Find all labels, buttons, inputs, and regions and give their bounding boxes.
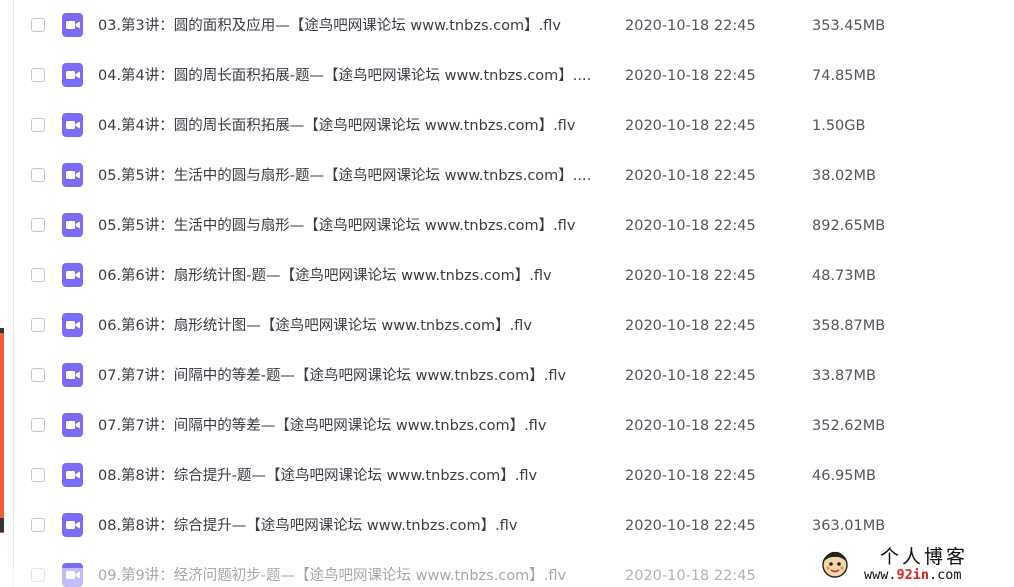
file-size: 1.50GB [812,118,866,134]
file-size: 352.62MB [812,418,886,434]
file-modified-date: 2020-10-18 22:45 [625,368,756,384]
video-file-icon [62,363,83,387]
video-file-icon [62,513,83,537]
file-list: 03.第3讲：圆的面积及应用—【途鸟吧网课论坛 www.tnbzs.com】.f… [14,0,1014,587]
file-modified-date: 2020-10-18 22:45 [625,168,756,184]
row-checkbox[interactable] [31,518,45,532]
file-row[interactable]: 08.第8讲：综合提升—【途鸟吧网课论坛 www.tnbzs.com】.flv 2… [14,501,1014,551]
file-modified-date: 2020-10-18 22:45 [625,68,756,84]
file-modified-date: 2020-10-18 22:45 [625,468,756,484]
file-row[interactable]: 08.第8讲：综合提升-题—【途鸟吧网课论坛 www.tnbzs.com】.fl… [14,451,1014,501]
row-checkbox[interactable] [31,418,45,432]
file-size: 358.87MB [812,318,886,334]
watermark-url: www.92in.com [864,566,962,584]
file-name[interactable]: 05.第5讲：生活中的圆与扇形—【途鸟吧网课论坛 www.tnbzs.com】.… [98,216,610,236]
file-name[interactable]: 07.第7讲：间隔中的等差-题—【途鸟吧网课论坛 www.tnbzs.com】.… [98,366,610,386]
file-modified-date: 2020-10-18 22:45 [625,518,756,534]
file-modified-date: 2020-10-18 22:45 [625,268,756,284]
row-checkbox[interactable] [31,118,45,132]
left-panel-edge [0,0,14,587]
file-row[interactable]: 05.第5讲：生活中的圆与扇形—【途鸟吧网课论坛 www.tnbzs.com】.… [14,201,1014,251]
row-checkbox[interactable] [31,368,45,382]
video-file-icon [62,163,83,187]
file-name[interactable]: 08.第8讲：综合提升—【途鸟吧网课论坛 www.tnbzs.com】.flv [98,516,610,536]
file-size: 33.87MB [812,368,876,384]
file-size: 74.85MB [812,68,876,84]
file-modified-date: 2020-10-18 22:45 [625,18,756,34]
file-row[interactable]: 07.第7讲：间隔中的等差-题—【途鸟吧网课论坛 www.tnbzs.com】.… [14,351,1014,401]
row-checkbox[interactable] [31,268,45,282]
video-file-icon [62,13,83,37]
video-file-icon [62,413,83,437]
watermark-url-suffix: .com [929,567,962,583]
row-checkbox[interactable] [31,318,45,332]
file-modified-date: 2020-10-18 22:45 [625,318,756,334]
file-row[interactable]: 06.第6讲：扇形统计图—【途鸟吧网课论坛 www.tnbzs.com】.flv… [14,301,1014,351]
row-checkbox[interactable] [31,18,45,32]
video-file-icon [62,463,83,487]
file-size: 353.45MB [812,18,886,34]
file-row[interactable]: 04.第4讲：圆的周长面积拓展-题—【途鸟吧网课论坛 www.tnbzs.com… [14,51,1014,101]
file-modified-date: 2020-10-18 22:45 [625,418,756,434]
video-file-icon [62,113,83,137]
left-panel-accent [0,333,4,533]
row-checkbox[interactable] [31,168,45,182]
file-modified-date: 2020-10-18 22:45 [625,118,756,134]
file-name[interactable]: 06.第6讲：扇形统计图—【途鸟吧网课论坛 www.tnbzs.com】.flv [98,316,610,336]
watermark-url-prefix: www. [864,567,897,583]
file-name[interactable]: 06.第6讲：扇形统计图-题—【途鸟吧网课论坛 www.tnbzs.com】.f… [98,266,610,286]
file-name[interactable]: 07.第7讲：间隔中的等差—【途鸟吧网课论坛 www.tnbzs.com】.fl… [98,416,610,436]
file-row[interactable]: 04.第4讲：圆的周长面积拓展—【途鸟吧网课论坛 www.tnbzs.com】.… [14,101,1014,151]
file-name[interactable]: 05.第5讲：生活中的圆与扇形-题—【途鸟吧网课论坛 www.tnbzs.com… [98,166,610,186]
file-name[interactable]: 04.第4讲：圆的周长面积拓展-题—【途鸟吧网课论坛 www.tnbzs.com… [98,66,610,86]
watermark-url-domain: 92in [896,567,930,583]
row-checkbox[interactable] [31,468,45,482]
file-name[interactable]: 03.第3讲：圆的面积及应用—【途鸟吧网课论坛 www.tnbzs.com】.f… [98,16,610,36]
file-row[interactable]: 07.第7讲：间隔中的等差—【途鸟吧网课论坛 www.tnbzs.com】.fl… [14,401,1014,451]
file-size: 892.65MB [812,218,886,234]
file-modified-date: 2020-10-18 22:45 [625,218,756,234]
left-panel-accent-bottom [0,518,4,532]
file-name[interactable]: 04.第4讲：圆的周长面积拓展—【途鸟吧网课论坛 www.tnbzs.com】.… [98,116,610,136]
file-size: 46.95MB [812,468,876,484]
row-checkbox[interactable] [31,68,45,82]
video-file-icon [62,313,83,337]
file-manager-page: 03.第3讲：圆的面积及应用—【途鸟吧网课论坛 www.tnbzs.com】.f… [0,0,1014,587]
file-row[interactable]: 06.第6讲：扇形统计图-题—【途鸟吧网课论坛 www.tnbzs.com】.f… [14,251,1014,301]
file-row[interactable]: 05.第5讲：生活中的圆与扇形-题—【途鸟吧网课论坛 www.tnbzs.com… [14,151,1014,201]
video-file-icon [62,213,83,237]
file-size: 38.02MB [812,168,876,184]
file-row[interactable]: 03.第3讲：圆的面积及应用—【途鸟吧网课论坛 www.tnbzs.com】.f… [14,1,1014,51]
video-file-icon [62,263,83,287]
file-size: 363.01MB [812,518,886,534]
video-file-icon [62,63,83,87]
file-name[interactable]: 08.第8讲：综合提升-题—【途鸟吧网课论坛 www.tnbzs.com】.fl… [98,466,610,486]
file-size: 48.73MB [812,268,876,284]
watermark-logo: 个人博客 www.92in.com [818,545,1014,587]
row-checkbox[interactable] [31,218,45,232]
cartoon-face-icon [822,551,848,578]
